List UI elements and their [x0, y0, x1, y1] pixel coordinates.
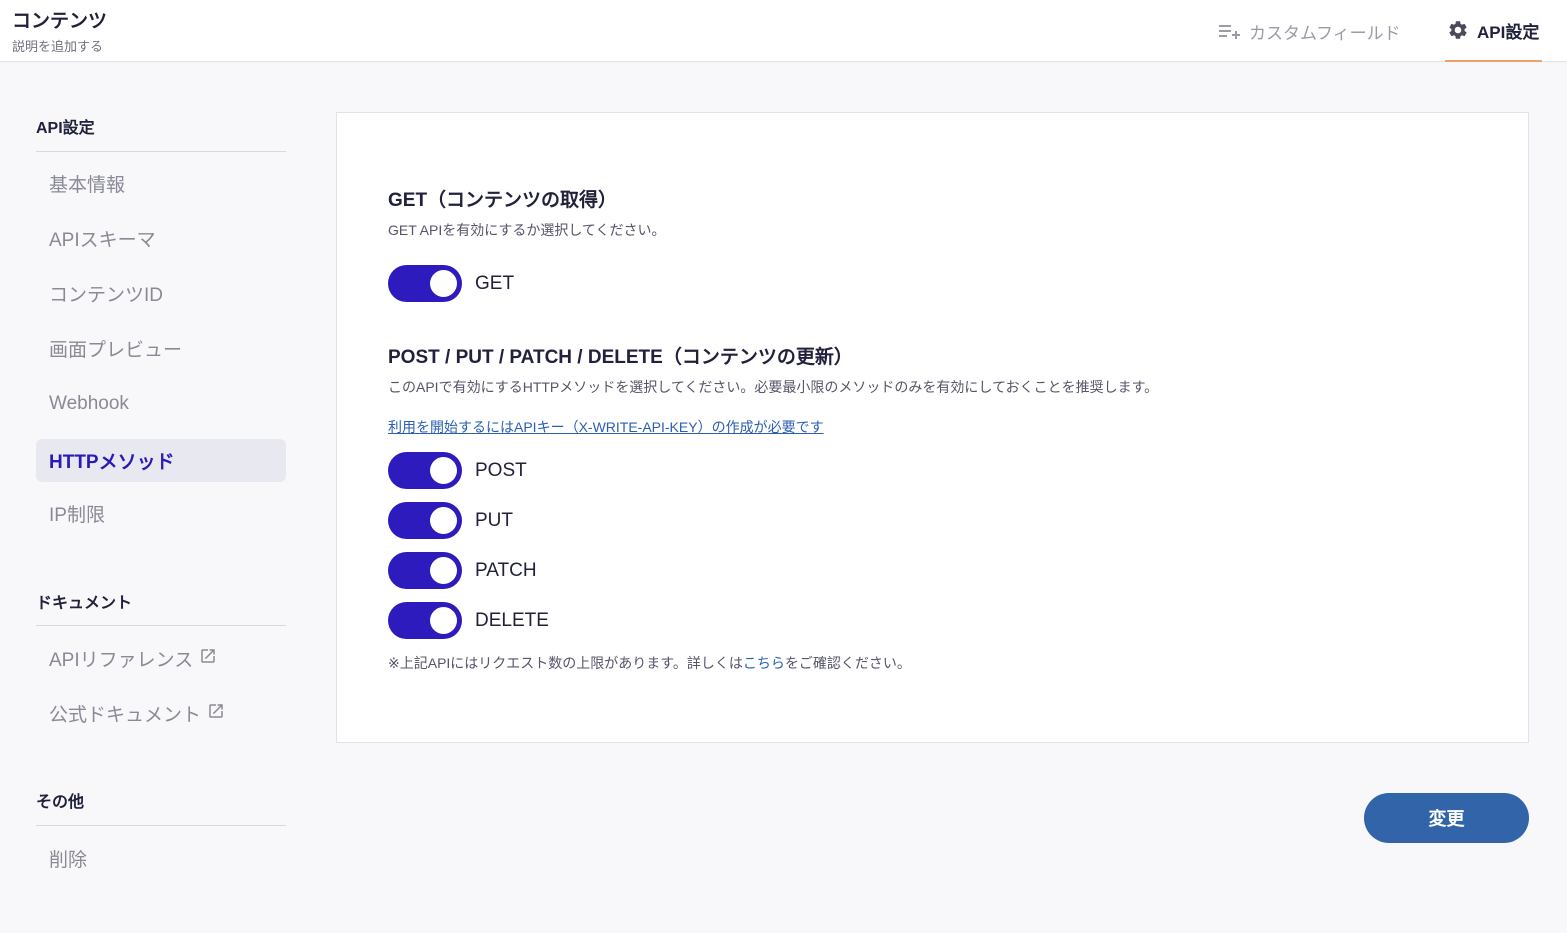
sidebar-item-official-docs[interactable]: 公式ドキュメント — [36, 692, 286, 735]
toggle-knob — [430, 270, 457, 297]
api-key-link[interactable]: 利用を開始するにはAPIキー（X-WRITE-API-KEY）の作成が必要です — [388, 417, 824, 437]
page-description[interactable]: 説明を追加する — [12, 36, 103, 55]
post-toggle-row: POST — [388, 452, 527, 489]
change-button[interactable]: 変更 — [1364, 793, 1529, 843]
write-section-description: このAPIで有効にするHTTPメソッドを選択してください。必要最小限のメソッドの… — [388, 379, 1159, 395]
sidebar-item-ip-restriction[interactable]: IP制限 — [36, 492, 286, 535]
sidebar-item-webhook[interactable]: Webhook — [36, 382, 286, 425]
sidebar-item-label: 基本情報 — [49, 175, 126, 196]
patch-toggle[interactable] — [388, 552, 462, 589]
note-suffix: をご確認ください。 — [784, 655, 911, 671]
sidebar-section-title-api: API設定 — [36, 120, 95, 137]
delete-toggle[interactable] — [388, 602, 462, 639]
tab-custom-field[interactable]: カスタムフィールド — [1217, 0, 1401, 62]
rate-limit-note: ※上記APIにはリクエスト数の上限があります。詳しくはこちらをご確認ください。 — [388, 653, 911, 673]
sidebar-item-api-reference[interactable]: APIリファレンス — [36, 637, 286, 680]
note-prefix: ※上記APIにはリクエスト数の上限があります。詳しくは — [388, 655, 743, 671]
sidebar-item-label: 削除 — [49, 850, 88, 871]
delete-toggle-row: DELETE — [388, 602, 549, 639]
sidebar-item-label: コンテンツID — [49, 285, 164, 306]
sidebar-item-label: HTTPメソッド — [49, 452, 175, 473]
sidebar-item-label: IP制限 — [49, 505, 105, 526]
divider — [36, 825, 286, 826]
http-method-settings-card: GET（コンテンツの取得） GET APIを有効にするか選択してください。 GE… — [336, 112, 1529, 743]
playlist-add-icon — [1217, 21, 1241, 41]
tab-api-settings-label: API設定 — [1477, 22, 1540, 42]
sidebar-item-label: APIリファレンス — [49, 650, 194, 671]
sidebar-item-content-id[interactable]: コンテンツID — [36, 272, 286, 315]
tab-custom-field-label: カスタムフィールド — [1249, 23, 1401, 43]
sidebar-section-title-other: その他 — [36, 794, 85, 811]
put-toggle[interactable] — [388, 502, 462, 539]
get-toggle[interactable] — [388, 265, 462, 302]
sidebar-item-http-method[interactable]: HTTPメソッド — [36, 439, 286, 482]
gear-icon — [1447, 19, 1469, 41]
sidebar-item-label: 画面プレビュー — [49, 340, 183, 361]
put-toggle-row: PUT — [388, 502, 513, 539]
post-toggle[interactable] — [388, 452, 462, 489]
sidebar-item-basic-info[interactable]: 基本情報 — [36, 162, 286, 205]
sidebar-item-label: Webhook — [49, 392, 129, 414]
page-header: コンテンツ 説明を追加する カスタムフィールド API設定 — [0, 0, 1567, 62]
external-link-icon — [207, 702, 225, 726]
sidebar-item-screen-preview[interactable]: 画面プレビュー — [36, 327, 286, 370]
sidebar-section-title-docs: ドキュメント — [36, 595, 133, 612]
get-section-title: GET（コンテンツの取得） — [388, 190, 618, 211]
external-link-icon — [199, 647, 217, 671]
get-section-description: GET APIを有効にするか選択してください。 — [388, 222, 666, 238]
write-section-title: POST / PUT / PATCH / DELETE（コンテンツの更新） — [388, 347, 853, 368]
page-title: コンテンツ — [12, 11, 108, 32]
note-link[interactable]: こちら — [743, 655, 785, 671]
tab-api-settings[interactable]: API設定 — [1445, 0, 1542, 62]
delete-toggle-label: DELETE — [475, 609, 549, 631]
post-toggle-label: POST — [475, 459, 527, 481]
toggle-knob — [430, 607, 457, 634]
patch-toggle-row: PATCH — [388, 552, 537, 589]
sidebar-item-api-schema[interactable]: APIスキーマ — [36, 217, 286, 260]
get-toggle-label: GET — [475, 272, 515, 294]
toggle-knob — [430, 557, 457, 584]
put-toggle-label: PUT — [475, 509, 513, 531]
toggle-knob — [430, 457, 457, 484]
sidebar-item-delete[interactable]: 削除 — [36, 837, 286, 880]
divider — [36, 625, 286, 626]
patch-toggle-label: PATCH — [475, 559, 537, 581]
divider — [36, 151, 286, 152]
toggle-knob — [430, 507, 457, 534]
get-toggle-row: GET — [388, 265, 514, 302]
sidebar-item-label: 公式ドキュメント — [49, 705, 202, 726]
sidebar-item-label: APIスキーマ — [49, 230, 156, 251]
